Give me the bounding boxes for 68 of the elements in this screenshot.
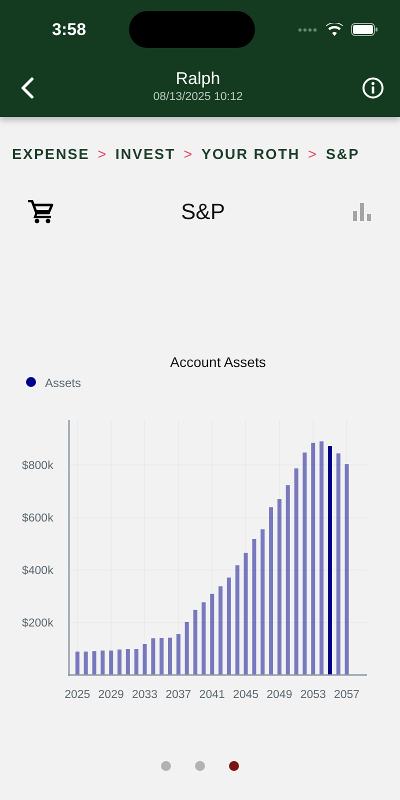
breadcrumb-separator: > bbox=[98, 146, 108, 165]
bar-chart-icon[interactable] bbox=[352, 202, 372, 221]
breadcrumb-separator: > bbox=[184, 146, 194, 165]
chart-bar[interactable] bbox=[235, 564, 240, 675]
selected-bar[interactable] bbox=[328, 446, 332, 675]
x-tick-label: 2037 bbox=[166, 688, 192, 701]
chart-bar[interactable] bbox=[118, 649, 122, 675]
battery-icon bbox=[351, 23, 378, 36]
chart-title: Account Assets bbox=[170, 354, 266, 370]
chart-bar[interactable] bbox=[210, 594, 214, 675]
chart-bar[interactable] bbox=[277, 498, 282, 675]
chart-bar[interactable] bbox=[202, 602, 206, 675]
breadcrumb-link[interactable]: EXPENSE bbox=[12, 145, 90, 167]
chart-bar[interactable] bbox=[344, 464, 349, 675]
chart-bar[interactable] bbox=[134, 648, 138, 675]
chart-bar[interactable] bbox=[151, 638, 156, 675]
chart-bar[interactable] bbox=[160, 638, 164, 675]
x-tick-label: 2025 bbox=[64, 688, 90, 701]
legend-label: Assets bbox=[45, 376, 82, 390]
chart-bar[interactable] bbox=[260, 529, 265, 675]
chart-bar[interactable] bbox=[286, 484, 290, 675]
page-dot[interactable] bbox=[229, 760, 239, 771]
chart-bar[interactable] bbox=[294, 468, 298, 675]
legend-dot bbox=[26, 376, 36, 387]
breadcrumb-separator: > bbox=[308, 146, 318, 165]
chart-bar[interactable] bbox=[168, 637, 172, 675]
chart-bar[interactable] bbox=[193, 610, 198, 675]
x-tick-label: 2033 bbox=[132, 688, 158, 701]
nav-subtitle: 08/13/2025 10:12 bbox=[153, 90, 243, 105]
page-title: S&P bbox=[180, 198, 226, 226]
y-tick-label: $800k bbox=[22, 460, 54, 472]
x-tick-label: 2041 bbox=[199, 688, 225, 701]
breadcrumb-link[interactable]: INVEST bbox=[115, 145, 176, 167]
chart-bar[interactable] bbox=[92, 650, 96, 675]
wifi-icon bbox=[326, 23, 343, 36]
chart-bar[interactable] bbox=[176, 634, 180, 675]
chart-bar[interactable] bbox=[269, 506, 274, 675]
chart-bar[interactable] bbox=[126, 648, 130, 675]
chart-bar[interactable] bbox=[184, 622, 189, 675]
y-tick-label: $200k bbox=[22, 617, 54, 630]
chart-bar[interactable] bbox=[252, 538, 256, 675]
chart-bar[interactable] bbox=[311, 442, 316, 675]
y-tick-label: $600k bbox=[22, 512, 54, 524]
x-tick-label: 2053 bbox=[300, 688, 326, 701]
x-tick-label: 2049 bbox=[266, 688, 292, 701]
info-icon[interactable] bbox=[362, 77, 384, 99]
breadcrumb-link[interactable]: YOUR ROTH bbox=[201, 145, 300, 167]
chart-bar[interactable] bbox=[244, 552, 248, 675]
x-tick-label: 2045 bbox=[232, 688, 259, 701]
cellular-signal-icon bbox=[298, 28, 318, 32]
back-icon[interactable] bbox=[20, 77, 34, 99]
cart-icon[interactable] bbox=[28, 200, 54, 224]
y-tick-label: $400k bbox=[22, 564, 54, 577]
chart-bar[interactable] bbox=[302, 452, 307, 675]
status-time: 3:58 bbox=[52, 18, 86, 41]
chart-bar[interactable] bbox=[109, 650, 114, 675]
x-tick-label: 2029 bbox=[98, 688, 124, 701]
chart-bar[interactable] bbox=[142, 644, 147, 675]
chart-bar[interactable] bbox=[226, 577, 231, 675]
nav-title: Ralph bbox=[174, 70, 222, 89]
chart-bar[interactable] bbox=[218, 586, 223, 675]
page-dot[interactable] bbox=[195, 760, 205, 771]
breadcrumb-link[interactable]: S&P bbox=[326, 145, 360, 167]
chart-bar[interactable] bbox=[84, 651, 88, 675]
chart-bar[interactable] bbox=[75, 651, 80, 675]
chart-bar[interactable] bbox=[100, 650, 105, 675]
page-dot[interactable] bbox=[161, 760, 171, 771]
x-tick-label: 2057 bbox=[334, 688, 360, 701]
